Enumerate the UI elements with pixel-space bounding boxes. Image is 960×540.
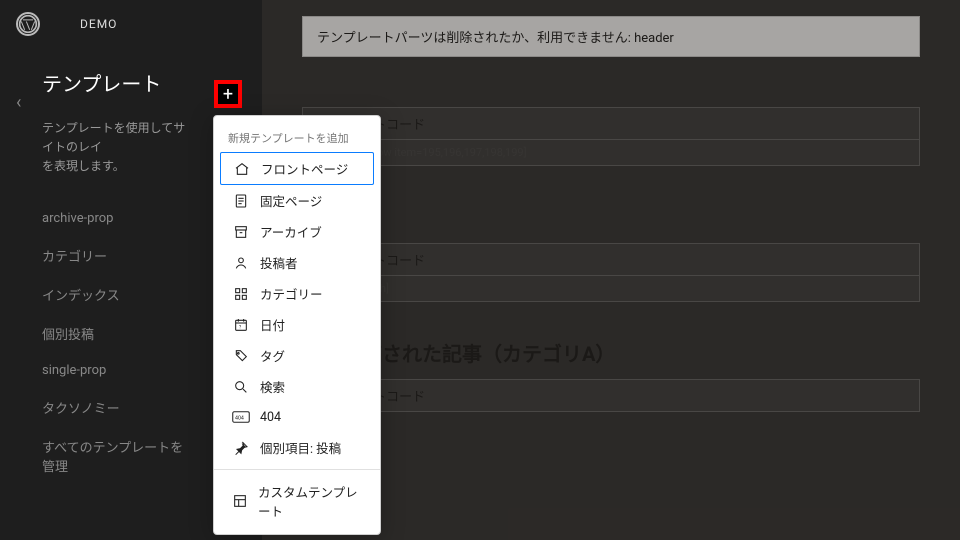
archive-icon <box>232 223 250 241</box>
menu-item-label: アーカイブ <box>260 222 322 241</box>
tag-icon <box>232 347 250 365</box>
menu-item-single-post[interactable]: 個別項目: 投稿 <box>220 432 374 463</box>
plus-icon: + <box>223 84 233 105</box>
menu-item-label: 404 <box>260 410 281 425</box>
add-template-menu: 新規テンプレートを追加 フロントページ 固定ページ アーカイブ 投稿者 カテゴリ… <box>213 115 381 535</box>
sidebar-item[interactable]: タクソノミー <box>42 388 194 427</box>
sidebar-item[interactable]: archive-prop <box>42 201 194 236</box>
search-icon <box>232 378 250 396</box>
date-icon: ? <box>232 316 250 334</box>
svg-text:404: 404 <box>235 415 244 421</box>
menu-item-category[interactable]: カテゴリー <box>220 278 374 309</box>
menu-item-label: 検索 <box>260 377 285 396</box>
menu-item-search[interactable]: 検索 <box>220 371 374 402</box>
sidebar-list: archive-prop カテゴリー インデックス 個別投稿 single-pr… <box>42 201 194 485</box>
wordpress-logo-icon[interactable] <box>16 12 40 36</box>
menu-item-author[interactable]: 投稿者 <box>220 247 374 278</box>
menu-item-label: 個別項目: 投稿 <box>260 438 341 457</box>
category-icon <box>232 285 250 303</box>
sidebar-item[interactable]: single-prop <box>42 353 194 388</box>
sidebar-item[interactable]: カテゴリー <box>42 236 194 275</box>
custom-icon <box>232 492 248 510</box>
menu-item-front-page[interactable]: フロントページ <box>220 152 374 185</box>
svg-text:?: ? <box>239 324 242 330</box>
sidebar-item[interactable]: インデックス <box>42 275 194 314</box>
menu-item-label: 固定ページ <box>260 191 322 210</box>
menu-item-label: カスタムテンプレート <box>258 482 362 520</box>
sidebar: ‹ テンプレート テンプレートを使用してサイトのレイ を表現します。 archi… <box>0 48 210 485</box>
menu-item-label: フロントページ <box>261 159 348 178</box>
menu-item-label: カテゴリー <box>260 284 323 303</box>
menu-item-custom-template[interactable]: カスタムテンプレート <box>220 476 374 526</box>
menu-item-tag[interactable]: タグ <box>220 340 374 371</box>
menu-item-label: タグ <box>260 346 285 365</box>
menu-item-label: 投稿者 <box>260 253 298 272</box>
popup-title: 新規テンプレートを追加 <box>214 124 380 152</box>
site-name: DEMO <box>80 17 117 31</box>
author-icon <box>232 254 250 272</box>
sidebar-description: テンプレートを使用してサイトのレイ を表現します。 <box>42 119 194 177</box>
sidebar-item[interactable]: すべてのテンプレートを管理 <box>42 427 194 485</box>
sidebar-title: テンプレート <box>42 68 194 97</box>
home-icon <box>233 160 251 178</box>
page-icon <box>232 192 250 210</box>
menu-item-page[interactable]: 固定ページ <box>220 185 374 216</box>
sidebar-item[interactable]: 個別投稿 <box>42 314 194 353</box>
back-arrow-icon[interactable]: ‹ <box>16 92 21 113</box>
menu-item-404[interactable]: 404 404 <box>220 402 374 432</box>
add-template-button[interactable]: + <box>214 80 242 108</box>
popup-separator <box>214 469 380 470</box>
404-icon: 404 <box>232 408 250 426</box>
menu-item-date[interactable]: ? 日付 <box>220 309 374 340</box>
menu-item-label: 日付 <box>260 315 285 334</box>
menu-item-archive[interactable]: アーカイブ <box>220 216 374 247</box>
pin-icon <box>232 439 250 457</box>
